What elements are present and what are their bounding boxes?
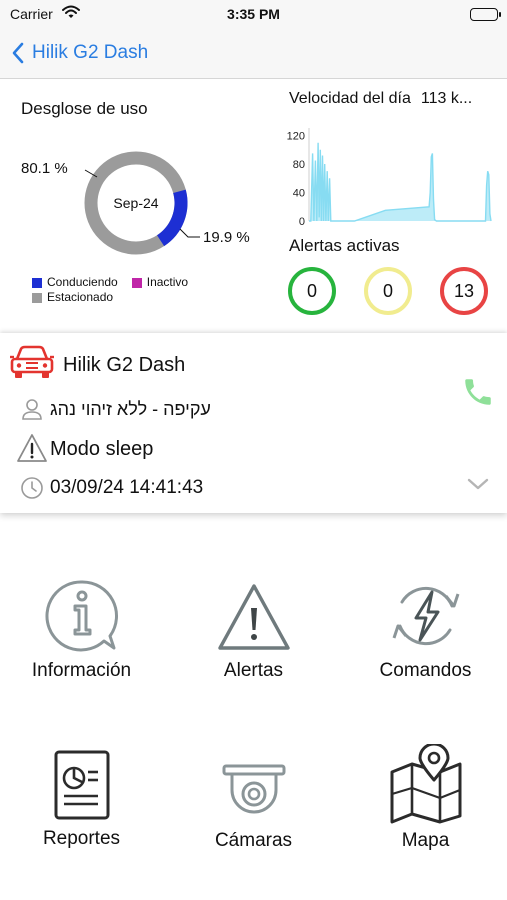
alert-count-red-value: 13 — [453, 280, 475, 301]
legend-parked: Estacionado — [32, 290, 113, 305]
warning-icon — [16, 432, 48, 469]
info-bubble-icon — [45, 580, 118, 652]
driving-percentage: 19.9 % — [203, 229, 250, 246]
usage-title: Desglose de uso — [21, 99, 148, 118]
alert-count-green[interactable]: 0 — [288, 267, 336, 315]
report-document-icon — [54, 750, 109, 820]
map-pin-icon — [390, 744, 461, 824]
battery-icon — [470, 8, 501, 21]
legend-swatch — [32, 277, 42, 288]
vehicle-mode: Modo sleep — [50, 438, 154, 460]
legend-idle: Inactivo — [131, 275, 189, 290]
menu-commands-label: Comandos — [379, 660, 472, 681]
status-time: 3:35 PM — [227, 6, 280, 22]
person-icon — [20, 397, 44, 426]
chevron-down-icon[interactable] — [467, 477, 489, 496]
legend-driving-label: Conduciendo — [47, 275, 118, 289]
speed-max-value: 113 k... — [420, 90, 473, 107]
legend-swatch — [131, 277, 142, 288]
speed-series-line — [309, 142, 492, 222]
menu-cameras-button[interactable]: Cámaras — [169, 760, 338, 852]
menu-alerts-button[interactable]: Alertas — [169, 578, 338, 682]
legend-driving: Conduciendo — [32, 275, 118, 290]
menu-map-label: Mapa — [401, 830, 450, 851]
usage-legend: Conduciendo Inactivo Estacionado — [32, 275, 202, 305]
speed-title-label: Velocidad del día — [289, 90, 411, 107]
chevron-left-icon — [12, 42, 24, 64]
alert-count-red[interactable]: 13 — [440, 267, 488, 315]
speed-y-tick-label: 40 — [293, 188, 305, 200]
donut-center-label: Sep-24 — [113, 195, 158, 211]
speed-line-chart: 0 40 80 120 — [287, 128, 492, 228]
back-button[interactable]: Hilik G2 Dash — [12, 38, 148, 68]
usage-donut-chart: Sep-24 — [80, 147, 200, 264]
menu-commands-button[interactable]: Comandos — [341, 578, 507, 682]
dome-camera-icon — [222, 764, 285, 814]
legend-idle-label: Inactivo — [146, 275, 189, 289]
clock-icon — [20, 476, 44, 505]
vehicle-card[interactable]: Hilik G2 Dash עקיפה - ללא זיהוי נהג Modo… — [0, 333, 507, 513]
menu-cameras-label: Cámaras — [214, 830, 293, 851]
alert-count-green-value: 0 — [306, 280, 317, 301]
lightning-refresh-icon — [392, 586, 459, 646]
warning-triangle-icon — [217, 584, 290, 650]
status-bar: Carrier 3:35 PM — [0, 0, 507, 30]
menu-info-button[interactable]: Información — [0, 578, 166, 682]
alert-count-yellow[interactable]: 0 — [364, 267, 412, 315]
car-icon — [9, 344, 55, 387]
alert-count-yellow-value: 0 — [382, 280, 393, 301]
phone-icon[interactable] — [461, 375, 495, 414]
alerts-title: Alertas activas — [289, 236, 400, 255]
back-button-label: Hilik G2 Dash — [32, 42, 149, 63]
parked-percentage: 80.1 % — [21, 160, 68, 177]
speed-title: Velocidad del día 113 k... — [289, 90, 472, 108]
menu-info-label: Información — [31, 660, 132, 681]
screen: Carrier 3:35 PM Hilik G2 Dash Desglose d… — [0, 0, 507, 900]
last-update-timestamp: 03/09/24 14:41:43 — [50, 477, 204, 498]
legend-parked-label: Estacionado — [47, 290, 114, 304]
menu-reports-button[interactable]: Reportes — [0, 750, 166, 850]
menu-alerts-label: Alertas — [223, 660, 284, 681]
driver-name: עקיפה - ללא זיהוי נהג — [50, 399, 211, 419]
legend-swatch — [32, 292, 42, 303]
speed-y-tick-label: 120 — [287, 131, 305, 143]
menu-reports-label: Reportes — [42, 828, 121, 849]
speed-y-tick-label: 0 — [299, 216, 305, 228]
navigation-bar: Hilik G2 Dash — [0, 30, 507, 79]
menu-map-button[interactable]: Mapa — [341, 744, 507, 852]
speed-y-tick-label: 80 — [293, 159, 305, 171]
vehicle-name: Hilik G2 Dash — [63, 354, 186, 376]
